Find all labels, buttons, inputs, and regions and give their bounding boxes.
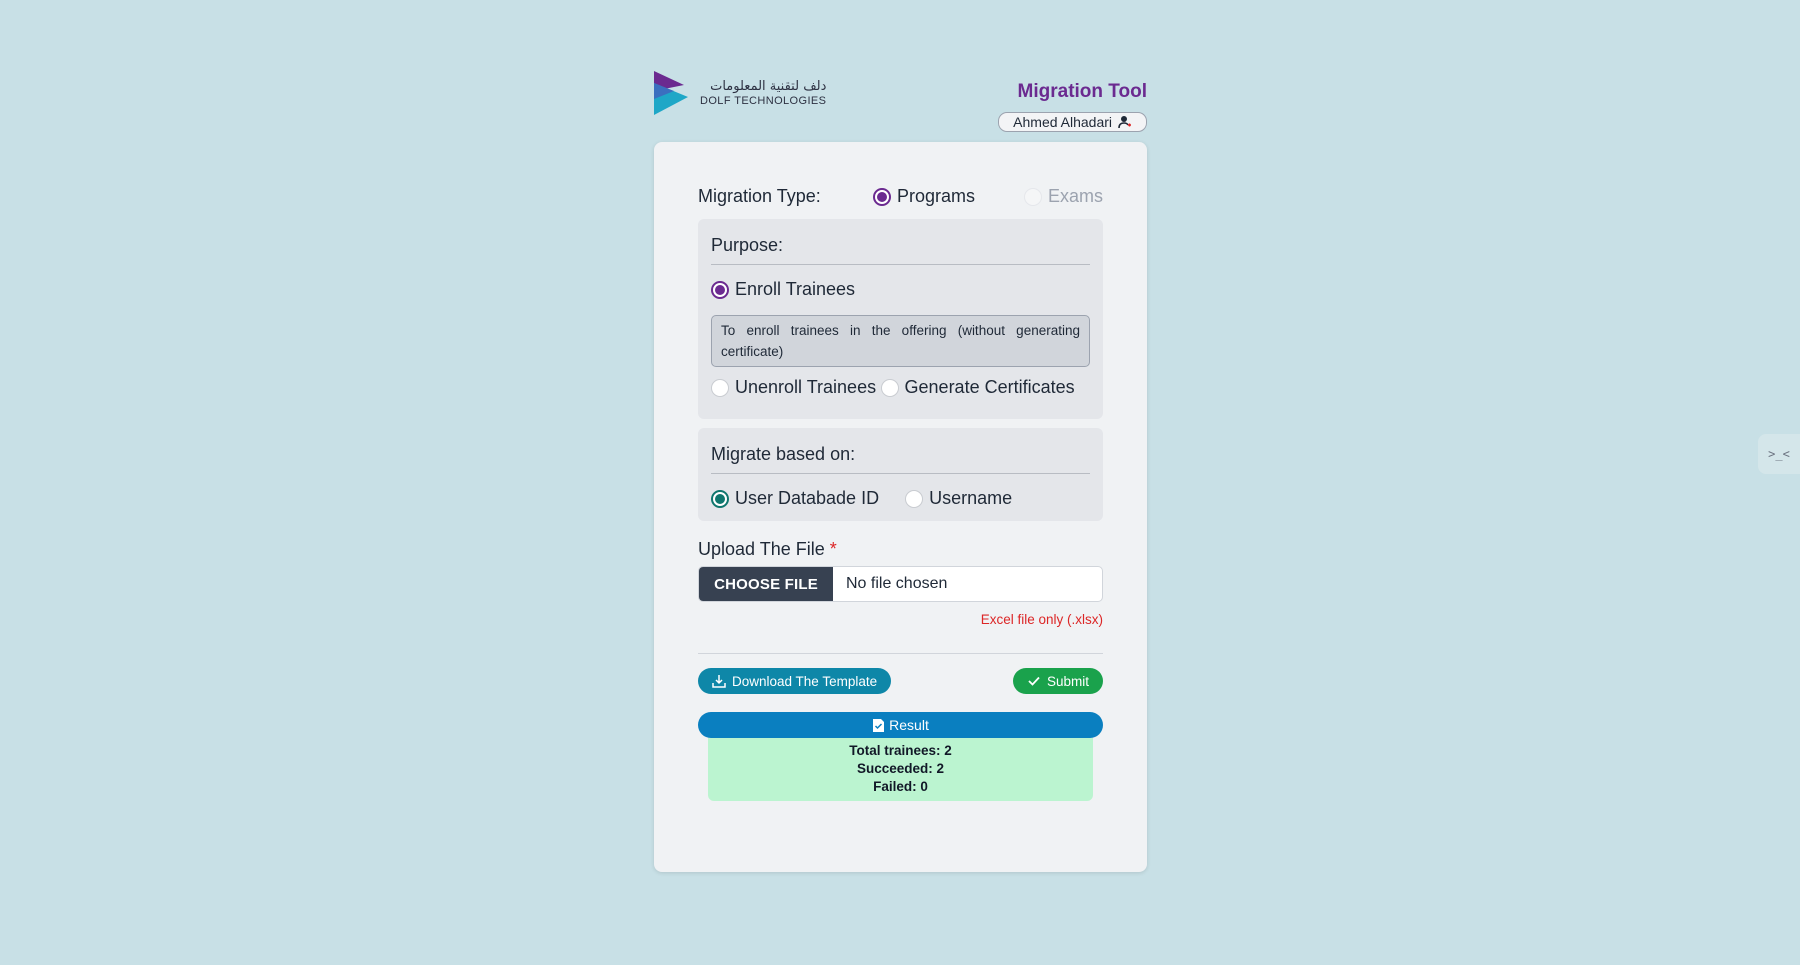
- user-badge[interactable]: Ahmed Alhadari: [998, 112, 1147, 132]
- file-input[interactable]: CHOOSE FILE No file chosen: [698, 566, 1103, 602]
- migrate-based-title: Migrate based on:: [711, 444, 1090, 474]
- brand-text: دلف لتقنية المعلومات DOLF TECHNOLOGIES: [700, 80, 826, 107]
- upload-label: Upload The File *: [698, 539, 1103, 560]
- radio-enroll-indicator[interactable]: [711, 280, 729, 299]
- brand-arabic-name: دلف لتقنية المعلومات: [710, 78, 827, 94]
- result-failed: Failed: 0: [873, 779, 928, 794]
- radio-unenroll-label: Unenroll Trainees: [735, 377, 877, 397]
- radio-username-label: Username: [929, 488, 1013, 508]
- radio-programs-label: Programs: [897, 186, 976, 206]
- radio-unenroll-indicator[interactable]: [711, 378, 729, 397]
- radio-user-database-id-indicator[interactable]: [711, 489, 729, 508]
- download-template-label: Download The Template: [732, 673, 878, 689]
- brand-logo: دلف لتقنية المعلومات DOLF TECHNOLOGIES: [654, 71, 826, 115]
- header: دلف لتقنية المعلومات DOLF TECHNOLOGIES M…: [654, 68, 1147, 142]
- app-container: دلف لتقنية المعلومات DOLF TECHNOLOGIES M…: [654, 68, 1147, 872]
- download-template-button[interactable]: Download The Template: [698, 668, 892, 694]
- radio-enroll-label: Enroll Trainees: [735, 279, 856, 299]
- radio-exams-label: Exams: [1047, 186, 1103, 206]
- upload-label-text: Upload The File: [698, 539, 825, 559]
- migration-form: Migration Type: Programs Exams Purpose: …: [654, 142, 1147, 872]
- result-succeeded: Succeeded: 2: [856, 761, 945, 776]
- radio-username-indicator[interactable]: [905, 489, 924, 508]
- file-check-icon: [873, 718, 885, 732]
- radio-exams-indicator[interactable]: [1023, 187, 1042, 206]
- result-title: Result: [889, 717, 929, 733]
- dolf-logo-icon: [654, 71, 688, 115]
- radio-user-database-id-label: User Databade ID: [735, 488, 880, 508]
- check-icon: [1028, 676, 1040, 686]
- result-summary: Total trainees: 2 Succeeded: 2 Failed: 0: [708, 738, 1093, 801]
- migrate-based-options: User Databade ID Username: [711, 488, 1090, 509]
- side-tab-glyph: >_<: [1768, 447, 1790, 461]
- radio-exams[interactable]: Exams: [1023, 186, 1103, 207]
- migration-type-label: Migration Type:: [698, 186, 821, 206]
- purpose-description: To enroll trainees in the offering (with…: [711, 315, 1090, 367]
- action-row: Download The Template Submit: [698, 668, 1103, 694]
- purpose-panel: Purpose: Enroll Trainees To enroll train…: [698, 219, 1103, 419]
- radio-generate-indicator[interactable]: [880, 378, 899, 397]
- choose-file-button[interactable]: CHOOSE FILE: [699, 567, 833, 601]
- radio-username[interactable]: Username: [905, 488, 1012, 509]
- required-mark: *: [829, 539, 837, 559]
- submit-button[interactable]: Submit: [1012, 668, 1103, 694]
- radio-enroll-trainees[interactable]: Enroll Trainees: [711, 279, 855, 300]
- download-icon: [712, 675, 726, 688]
- radio-user-database-id[interactable]: User Databade ID: [711, 488, 879, 509]
- file-status: No file chosen: [846, 575, 948, 592]
- radio-programs-indicator[interactable]: [873, 187, 891, 206]
- submit-label: Submit: [1046, 673, 1089, 689]
- migrate-based-panel: Migrate based on: User Databade ID Usern…: [698, 428, 1103, 521]
- purpose-title: Purpose:: [711, 235, 1090, 265]
- result-header: Result: [698, 712, 1103, 738]
- user-name: Ahmed Alhadari: [1013, 114, 1112, 130]
- file-type-hint: Excel file only (.xlsx): [980, 612, 1103, 627]
- brand-english-name: DOLF TECHNOLOGIES: [700, 94, 827, 107]
- radio-unenroll-trainees[interactable]: Unenroll Trainees: [711, 377, 876, 398]
- divider: [698, 653, 1103, 654]
- radio-generate-label: Generate Certificates: [904, 377, 1075, 397]
- page-title: Migration Tool: [1017, 81, 1147, 102]
- radio-programs[interactable]: Programs: [873, 186, 975, 207]
- user-icon: [1118, 116, 1131, 129]
- result-total: Total trainees: 2: [849, 743, 952, 758]
- radio-generate-certificates[interactable]: Generate Certificates: [880, 377, 1075, 398]
- side-panel-toggle[interactable]: >_<: [1758, 434, 1800, 474]
- migration-type-row: Migration Type: Programs Exams: [698, 186, 1103, 207]
